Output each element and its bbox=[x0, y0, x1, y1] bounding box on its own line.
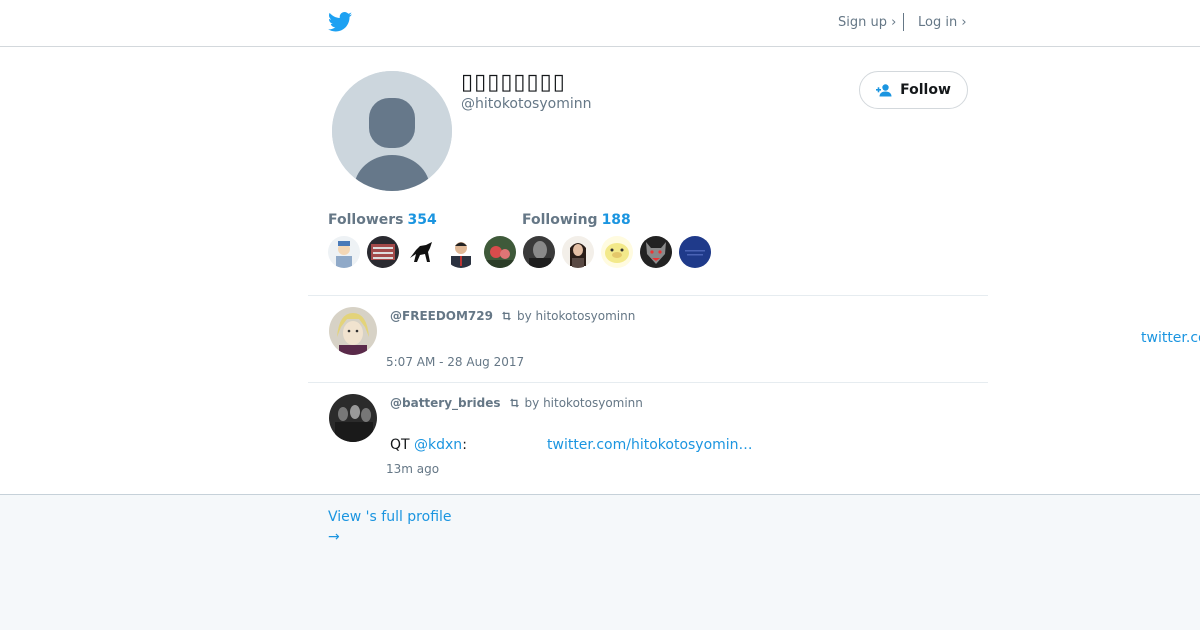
tweet-mention[interactable]: @kdxn bbox=[414, 437, 462, 453]
tweet-link[interactable]: twitter.com/hitokotosyomin… bbox=[547, 437, 753, 453]
tweet-qt-prefix: QT bbox=[390, 437, 410, 453]
tweet-author-avatar[interactable] bbox=[329, 394, 377, 442]
profile-display-name: ▯▯▯▯▯▯▯▯ bbox=[461, 70, 566, 95]
follower-avatar[interactable] bbox=[406, 236, 438, 268]
following-stat[interactable]: Following 188 bbox=[522, 212, 631, 228]
follower-avatar[interactable] bbox=[367, 236, 399, 268]
footer: View 's full profile → bbox=[0, 494, 1200, 630]
follower-avatar[interactable] bbox=[562, 236, 594, 268]
tweet-meta: @battery_brides by hitokotosyominn bbox=[390, 396, 643, 410]
signup-link[interactable]: Sign up › bbox=[838, 15, 896, 30]
follower-avatar[interactable] bbox=[679, 236, 711, 268]
following-count: 188 bbox=[601, 212, 631, 228]
twitter-bird-icon[interactable] bbox=[328, 11, 352, 33]
profile-handle: @hitokotosyominn bbox=[461, 96, 592, 112]
retweet-by: by hitokotosyominn bbox=[524, 396, 643, 410]
divider bbox=[308, 295, 988, 296]
tweet-text: QT @kdxn: bbox=[390, 437, 467, 453]
follower-avatar[interactable] bbox=[445, 236, 477, 268]
top-bar: Sign up › Log in › bbox=[0, 0, 1200, 47]
follow-button[interactable]: Follow bbox=[859, 71, 968, 109]
follower-avatar[interactable] bbox=[601, 236, 633, 268]
tweet-username[interactable]: @FREEDOM729 bbox=[390, 309, 493, 323]
tweet-timestamp[interactable]: 13m ago bbox=[386, 462, 439, 476]
tweet-username[interactable]: @battery_brides bbox=[390, 396, 501, 410]
profile-avatar[interactable] bbox=[332, 71, 452, 191]
retweet-by: by hitokotosyominn bbox=[516, 309, 636, 323]
follower-avatar[interactable] bbox=[640, 236, 672, 268]
retweet-icon bbox=[509, 398, 519, 408]
follow-person-icon bbox=[876, 84, 892, 97]
followers-label: Followers bbox=[328, 212, 404, 228]
followers-stat[interactable]: Followers 354 bbox=[328, 212, 437, 228]
divider bbox=[308, 382, 988, 383]
view-full-profile-link[interactable]: View 's full profile → bbox=[328, 507, 452, 547]
followers-count: 354 bbox=[407, 212, 437, 228]
tweet-colon: : bbox=[462, 437, 467, 453]
retweet-icon bbox=[501, 311, 511, 321]
follower-avatar[interactable] bbox=[328, 236, 360, 268]
arrow-right-icon: → bbox=[328, 529, 340, 545]
login-link[interactable]: Log in › bbox=[918, 15, 967, 30]
nav-divider bbox=[903, 13, 904, 31]
default-avatar-icon bbox=[332, 71, 452, 191]
tweet-timestamp[interactable]: 5:07 AM - 28 Aug 2017 bbox=[386, 355, 524, 369]
follow-button-label: Follow bbox=[900, 82, 951, 98]
view-full-profile-label: View 's full profile bbox=[328, 509, 452, 525]
follower-avatar[interactable] bbox=[523, 236, 555, 268]
follower-avatar[interactable] bbox=[484, 236, 516, 268]
tweet-meta: @FREEDOM729 by hitokotosyominn bbox=[390, 309, 635, 323]
tweet-author-avatar[interactable] bbox=[329, 307, 377, 355]
following-label: Following bbox=[522, 212, 598, 228]
tweet-link[interactable]: twitter.co bbox=[1141, 330, 1200, 346]
